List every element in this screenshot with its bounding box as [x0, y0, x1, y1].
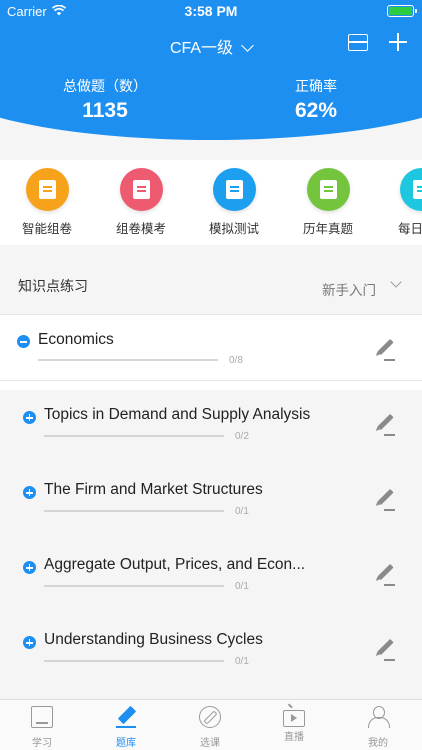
item-title: Aggregate Output, Prices, and Econ... — [44, 556, 306, 573]
category-smart-paper[interactable]: 智能组卷 — [7, 168, 87, 237]
compass-icon — [199, 706, 221, 728]
expand-icon[interactable] — [23, 561, 36, 574]
edit-icon[interactable] — [374, 413, 396, 436]
item-title: Topics in Demand and Supply Analysis — [44, 406, 311, 423]
chevron-down-icon — [241, 39, 254, 52]
progress-bar — [44, 510, 224, 512]
layout-toggle-icon[interactable] — [348, 34, 368, 51]
tab-profile[interactable]: 我的 — [336, 706, 420, 749]
progress-count: 0/1 — [235, 581, 249, 592]
tab-bar: 学习 题库 选课 直播 我的 — [0, 699, 422, 750]
list-item[interactable]: Aggregate Output, Prices, and Econ... 0/… — [0, 531, 422, 606]
progress-count: 0/1 — [235, 656, 249, 667]
accuracy-label: 正确率 — [295, 78, 337, 94]
list-item[interactable]: Understanding Business Cycles 0/1 — [0, 606, 422, 681]
tab-label: 我的 — [368, 738, 388, 749]
progress-bar — [38, 359, 218, 361]
tab-label: 选课 — [200, 738, 220, 749]
edit-icon[interactable] — [374, 488, 396, 511]
collapse-icon[interactable] — [17, 335, 30, 348]
edit-icon[interactable] — [374, 338, 396, 361]
tab-label: 学习 — [32, 738, 52, 749]
category-label: 组卷模考 — [115, 222, 166, 236]
progress-bar — [44, 435, 224, 437]
category-label: 模拟测试 — [208, 222, 259, 236]
edit-icon[interactable] — [374, 563, 396, 586]
exam-paper-icon — [119, 168, 163, 211]
battery-icon — [387, 5, 417, 17]
item-title: The Firm and Market Structures — [44, 481, 263, 498]
list-item[interactable]: Economics 0/8 — [0, 315, 422, 390]
progress-bar — [44, 585, 224, 587]
list-item[interactable]: Topics in Demand and Supply Analysis 0/2 — [0, 381, 422, 456]
expand-icon[interactable] — [23, 636, 36, 649]
tab-live[interactable]: 直播 — [252, 706, 336, 743]
section-title: 知识点练习 — [18, 278, 88, 294]
tab-study[interactable]: 学习 — [0, 706, 84, 749]
category-label: 历年真题 — [302, 222, 353, 236]
status-bar: Carrier 3:58 PM — [0, 0, 422, 22]
progress-count: 0/8 — [229, 355, 243, 366]
item-title: Understanding Business Cycles — [44, 631, 263, 648]
knowledge-section-header: 知识点练习 新手入门 — [0, 258, 422, 314]
progress-bar — [44, 660, 224, 662]
list-icon — [25, 168, 69, 211]
total-questions-stat: 总做题（数） 1135 — [25, 76, 185, 123]
list-item[interactable]: The Firm and Market Structures 0/1 — [0, 456, 422, 531]
tab-label: 题库 — [116, 738, 136, 749]
add-icon[interactable] — [389, 33, 407, 51]
checklist-icon — [212, 168, 256, 211]
exam-selector-label: CFA一级 — [169, 40, 234, 57]
chevron-down-icon[interactable] — [390, 276, 402, 288]
document-icon — [306, 168, 350, 211]
category-daily[interactable]: 每日 — [381, 168, 422, 237]
header: Carrier 3:58 PM CFA一级 总做题（数） 1135 正确率 62… — [0, 0, 422, 160]
status-time: 3:58 PM — [184, 3, 238, 19]
category-mock-test[interactable]: 模拟测试 — [194, 168, 274, 237]
level-filter[interactable]: 新手入门 — [322, 279, 376, 299]
progress-count: 0/1 — [235, 506, 249, 517]
progress-count: 0/2 — [235, 431, 249, 442]
category-mock-paper[interactable]: 组卷模考 — [101, 168, 181, 237]
category-past-exams[interactable]: 历年真题 — [288, 168, 368, 237]
total-questions-label: 总做题（数） — [63, 78, 147, 94]
tv-icon — [283, 710, 305, 727]
category-label: 智能组卷 — [21, 222, 72, 236]
accuracy-stat: 正确率 62% — [236, 76, 396, 123]
pen-icon — [115, 706, 137, 728]
tab-question-bank[interactable]: 题库 — [84, 706, 168, 749]
expand-icon[interactable] — [23, 486, 36, 499]
calendar-icon — [400, 168, 422, 211]
tab-courses[interactable]: 选课 — [168, 706, 252, 749]
item-title: Economics — [38, 331, 114, 348]
book-icon — [31, 706, 53, 728]
category-row: 智能组卷 组卷模考 模拟测试 历年真题 每日 — [0, 160, 422, 245]
category-label: 每日 — [398, 222, 422, 236]
edit-icon[interactable] — [374, 638, 396, 661]
accuracy-value: 62% — [294, 99, 338, 122]
tab-label: 直播 — [284, 732, 304, 743]
user-icon — [367, 706, 390, 728]
expand-icon[interactable] — [23, 411, 36, 424]
total-questions-value: 1135 — [82, 99, 128, 122]
